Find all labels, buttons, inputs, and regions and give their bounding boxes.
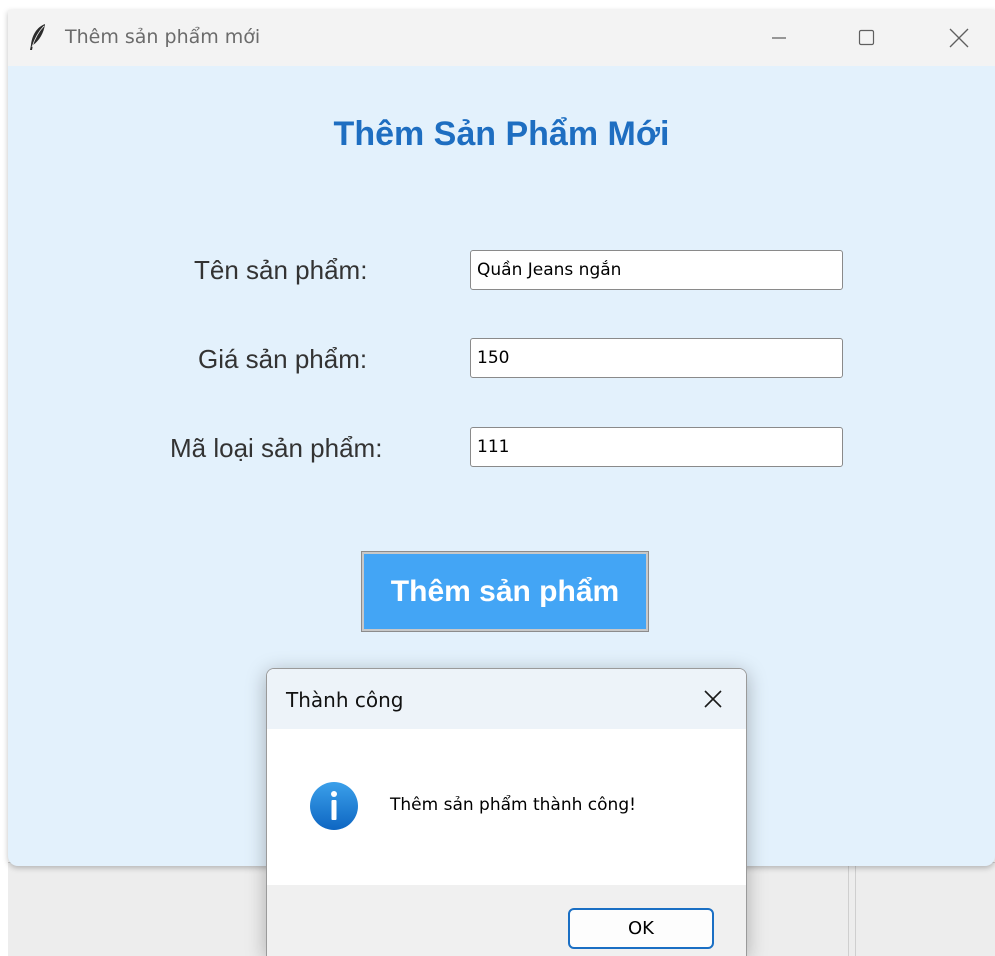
window-titlebar[interactable]: Thêm sản phẩm mới	[8, 10, 995, 66]
desktop-divider	[848, 863, 849, 956]
close-icon	[949, 28, 969, 48]
add-product-button[interactable]: Thêm sản phẩm	[361, 551, 649, 632]
info-icon	[310, 782, 358, 830]
category-code-label: Mã loại sản phẩm:	[170, 433, 383, 463]
category-code-input[interactable]	[470, 427, 843, 467]
maximize-icon	[858, 29, 875, 46]
product-price-label: Giá sản phẩm:	[198, 344, 368, 374]
dialog-titlebar[interactable]: Thành công	[267, 669, 746, 729]
product-price-input[interactable]	[470, 338, 843, 378]
success-dialog: Thành công Thêm sản phẩm thành công! OK	[266, 668, 747, 956]
minimize-button[interactable]	[734, 10, 822, 66]
ok-button[interactable]: OK	[568, 908, 714, 949]
feather-icon	[30, 24, 45, 50]
form-heading: Thêm Sản Phẩm Mới	[333, 115, 670, 153]
window-title: Thêm sản phẩm mới	[65, 26, 261, 48]
dialog-title: Thành công	[286, 688, 404, 712]
desktop-divider	[855, 863, 856, 956]
maximize-button[interactable]	[822, 10, 910, 66]
dialog-close-button[interactable]	[699, 685, 727, 713]
product-name-input[interactable]	[470, 250, 843, 290]
product-name-label: Tên sản phẩm:	[194, 255, 368, 285]
minimize-icon	[772, 37, 786, 39]
close-button[interactable]	[910, 10, 995, 66]
close-icon	[704, 690, 722, 708]
dialog-message: Thêm sản phẩm thành công!	[390, 795, 636, 815]
